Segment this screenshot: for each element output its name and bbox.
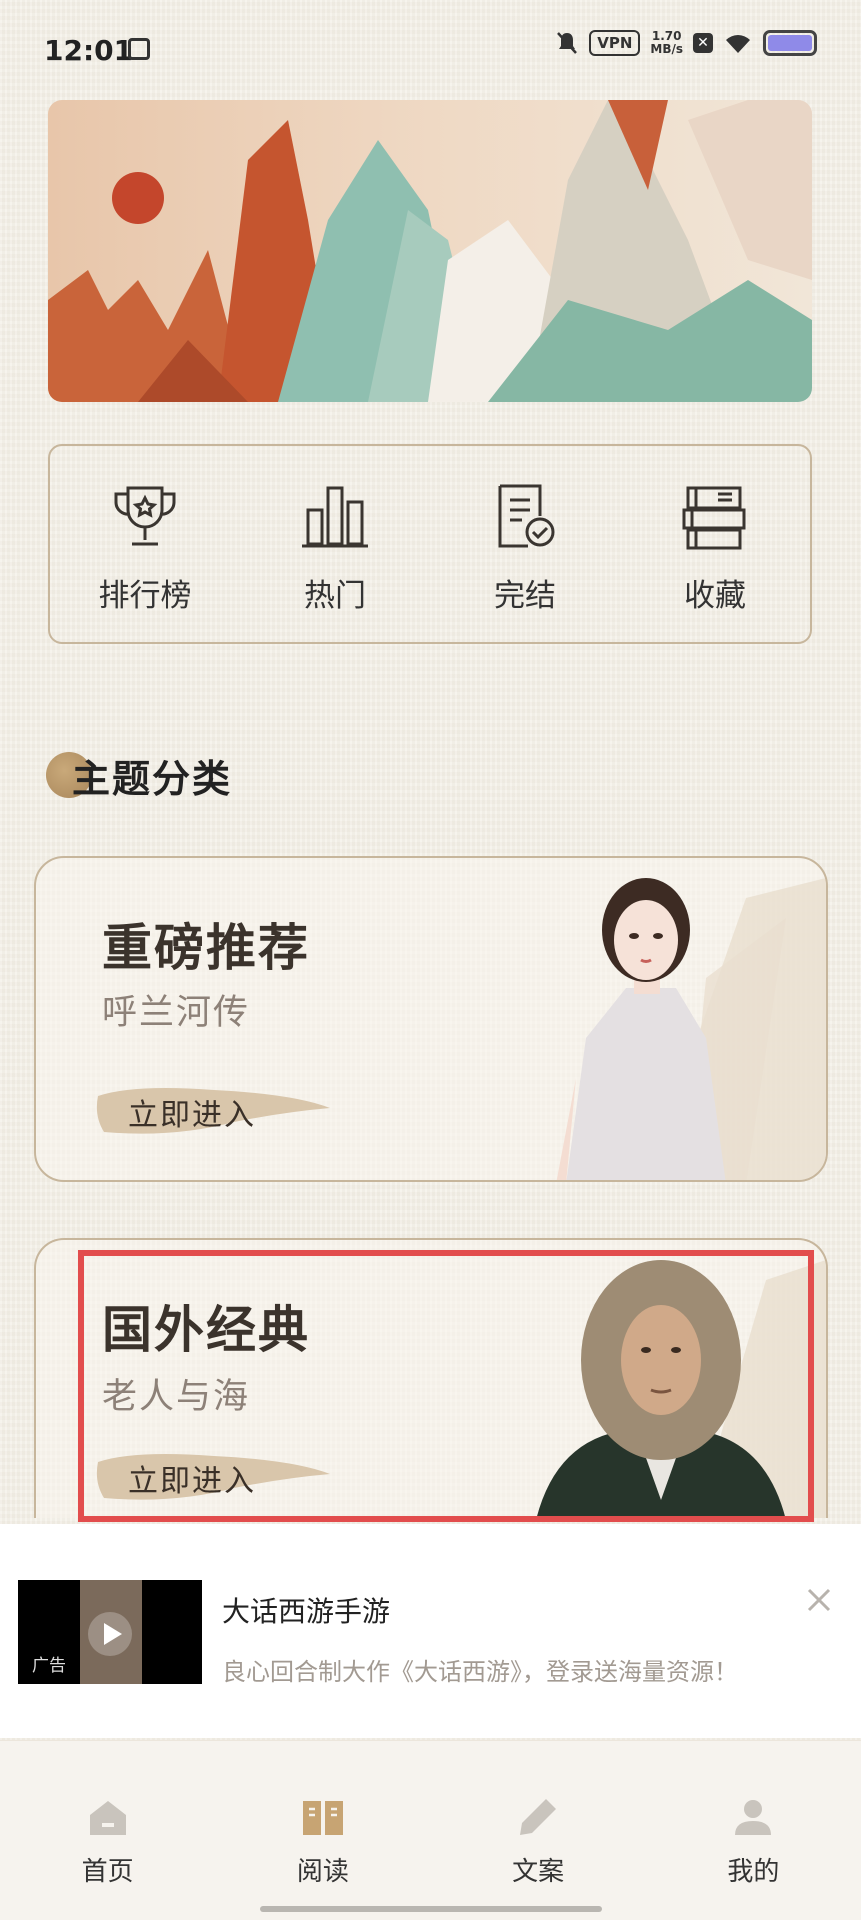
status-bar: 12:01 VPN 1.70 MB/s ✕ <box>0 0 861 100</box>
books-icon <box>682 486 746 550</box>
quick-entry-panel: 排行榜 热门 完结 收藏 <box>48 444 812 644</box>
quick-entry-favorites[interactable]: 收藏 <box>620 446 810 642</box>
profile-icon <box>735 1800 772 1835</box>
enter-button[interactable]: 立即进入 <box>94 1082 334 1140</box>
quick-entry-ranking[interactable]: 排行榜 <box>50 446 240 642</box>
sim-icon <box>128 38 150 60</box>
network-speed: 1.70 MB/s <box>650 30 683 56</box>
enter-button-label: 立即进入 <box>128 1464 256 1499</box>
trophy-icon <box>114 486 176 546</box>
woman-illustration <box>556 878 826 1180</box>
bell-muted-icon <box>557 32 578 54</box>
section-title: 主题分类 <box>72 757 233 801</box>
category-card-recommend[interactable]: 重磅推荐 呼兰河传 立即进入 <box>34 856 828 1182</box>
quick-entry-finished[interactable]: 完结 <box>430 446 620 642</box>
category-title: 国外经典 <box>102 1301 310 1359</box>
category-subtitle: 呼兰河传 <box>102 993 251 1033</box>
document-check-icon <box>498 484 555 548</box>
home-indicator[interactable] <box>260 1906 602 1912</box>
notification-x-icon: ✕ <box>693 33 713 53</box>
tab-copywriting[interactable]: 文案 <box>431 1741 646 1920</box>
tab-reading[interactable]: 阅读 <box>215 1741 430 1920</box>
category-card-foreign-classics[interactable]: 国外经典 老人与海 立即进入 <box>34 1238 828 1518</box>
status-time: 12:01 <box>44 34 134 67</box>
quick-entry-label: 收藏 <box>684 578 746 614</box>
quick-entry-label: 完结 <box>494 578 556 614</box>
battery-icon <box>763 30 817 56</box>
ad-description: 良心回合制大作《大话西游》，登录送海量资源！ <box>222 1658 738 1686</box>
quick-entry-hot[interactable]: 热门 <box>240 446 430 642</box>
network-speed-unit: MB/s <box>650 42 683 56</box>
enter-button-label: 立即进入 <box>128 1098 256 1133</box>
book-open-icon <box>302 1801 343 1835</box>
ad-video-thumbnail[interactable]: 广告 <box>18 1580 202 1684</box>
bottom-tab-bar: 首页 阅读 文案 我的 <box>0 1740 861 1920</box>
quick-entry-label: 排行榜 <box>98 578 192 614</box>
quick-entry-label: 热门 <box>304 578 366 614</box>
category-subtitle: 老人与海 <box>102 1377 251 1417</box>
category-title: 重磅推荐 <box>102 919 310 977</box>
tab-label: 文案 <box>512 1857 565 1887</box>
tab-label: 首页 <box>81 1857 134 1887</box>
tab-mine[interactable]: 我的 <box>646 1741 861 1920</box>
wifi-icon <box>726 35 750 53</box>
enter-button[interactable]: 立即进入 <box>94 1448 334 1506</box>
home-icon <box>89 1801 126 1835</box>
bar-chart-icon <box>302 486 368 548</box>
play-icon[interactable] <box>88 1612 132 1656</box>
ad-tag: 广告 <box>32 1656 66 1676</box>
tab-label: 我的 <box>727 1857 780 1887</box>
pencil-icon <box>520 1799 557 1835</box>
portrait-illustration <box>536 1260 826 1518</box>
close-icon[interactable] <box>803 1584 835 1616</box>
ad-title[interactable]: 大话西游手游 <box>222 1590 390 1630</box>
tab-label: 阅读 <box>296 1857 349 1887</box>
banner-image[interactable] <box>48 100 812 402</box>
tab-home[interactable]: 首页 <box>0 1741 215 1920</box>
ad-banner[interactable]: 广告 大话西游手游 良心回合制大作《大话西游》，登录送海量资源！ <box>0 1524 861 1738</box>
vpn-badge: VPN <box>589 30 641 56</box>
